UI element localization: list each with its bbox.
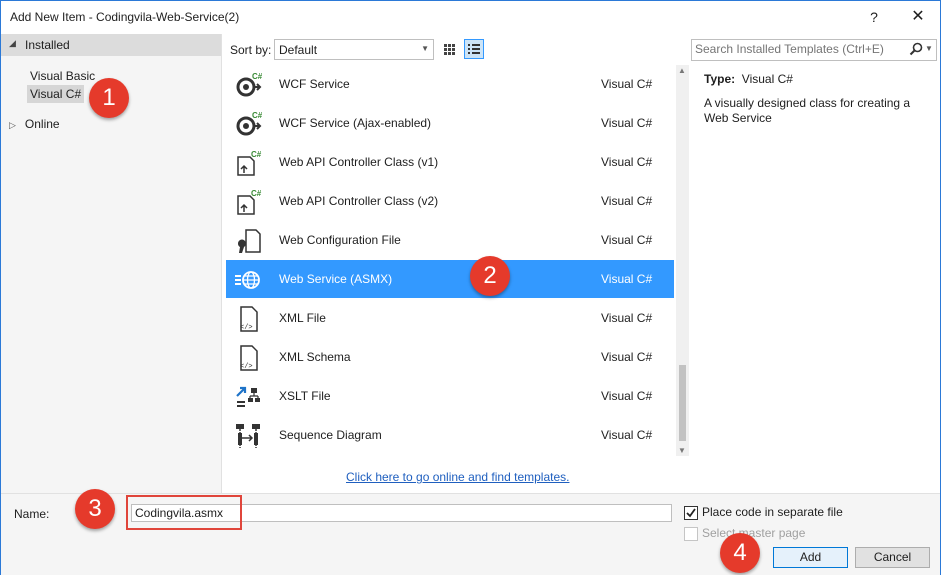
xml-file-icon: </> [240, 306, 258, 332]
svg-text:</>: </> [240, 324, 253, 332]
svg-text:C#: C# [251, 150, 262, 159]
template-language: Visual C# [601, 350, 653, 364]
title-bar: Add New Item - Codingvila-Web-Service(2)… [1, 1, 940, 33]
svg-text:C#: C# [251, 189, 262, 198]
search-options-chevron-icon[interactable]: ▼ [925, 44, 933, 53]
online-label: Online [24, 117, 60, 131]
step-callout-4: 4 [720, 533, 760, 573]
template-list[interactable]: C# WCF Service Visual C# C# WCF Service … [226, 65, 676, 456]
template-language: Visual C# [601, 272, 653, 286]
step-callout-2: 2 [470, 256, 510, 296]
details-view-button[interactable] [464, 39, 484, 59]
close-button[interactable]: ✕ [905, 5, 931, 29]
type-label: Type: [704, 72, 736, 86]
template-row-xslt-file[interactable]: XSLT File Visual C# [226, 377, 674, 415]
grid-view-icon [444, 44, 455, 55]
template-name: WCF Service [279, 77, 350, 91]
template-name: XSLT File [279, 389, 331, 403]
template-name: Web API Controller Class (v1) [279, 155, 439, 169]
template-language: Visual C# [601, 389, 653, 403]
template-row-xml-file[interactable]: </> XML File Visual C# [226, 299, 674, 337]
checkmark-icon [686, 508, 696, 518]
installed-label: Installed [25, 38, 70, 52]
template-name: Web Configuration File [279, 233, 401, 247]
installed-node[interactable]: ◢ Installed [1, 34, 221, 56]
place-code-label: Place code in separate file [702, 505, 843, 519]
template-name: XML Schema [279, 350, 351, 364]
template-row-web-service-asmx[interactable]: Web Service (ASMX) Visual C# [226, 260, 674, 298]
scroll-up-icon[interactable]: ▲ [678, 66, 686, 75]
template-name: XML File [279, 311, 326, 325]
tree-item-visual-csharp[interactable]: Visual C# [27, 85, 85, 103]
template-language: Visual C# [601, 233, 653, 247]
expanded-arrow-icon: ◢ [9, 38, 16, 48]
template-row-xml-schema[interactable]: </> XML Schema Visual C# [226, 338, 674, 376]
template-description: A visually designed class for creating a… [704, 96, 911, 125]
template-list-scrollbar[interactable]: ▲ ▼ [676, 65, 689, 456]
template-type: Type: Visual C# [704, 72, 793, 86]
help-button[interactable]: ? [861, 5, 887, 29]
web-service-globe-icon [235, 271, 260, 289]
svg-text:</>: </> [240, 363, 253, 371]
window-title: Add New Item - Codingvila-Web-Service(2) [10, 10, 240, 24]
template-row-web-config[interactable]: Web Configuration File Visual C# [226, 221, 674, 259]
template-language: Visual C# [601, 194, 653, 208]
sort-label: Sort by: [230, 43, 272, 57]
chevron-down-icon: ▼ [421, 44, 429, 53]
scroll-down-icon[interactable]: ▼ [678, 446, 686, 455]
web-api-controller-icon: C# [237, 189, 262, 215]
template-row-wcf-service[interactable]: C# WCF Service Visual C# [226, 65, 674, 103]
sort-dropdown[interactable]: Default ▼ [274, 39, 434, 60]
list-view-icon [468, 44, 480, 54]
template-row-web-api-v2[interactable]: C# Web API Controller Class (v2) Visual … [226, 182, 674, 220]
xslt-file-icon [236, 386, 260, 407]
name-label: Name: [14, 507, 50, 521]
template-name: WCF Service (Ajax-enabled) [279, 116, 432, 130]
svg-text:C#: C# [252, 72, 262, 81]
svg-text:C#: C# [252, 111, 262, 120]
add-new-item-dialog: Add New Item - Codingvila-Web-Service(2)… [0, 0, 941, 575]
step-callout-1: 1 [89, 78, 129, 118]
xml-schema-icon: </> [240, 345, 258, 371]
template-row-sequence-diagram[interactable]: Sequence Diagram Visual C# [226, 416, 674, 454]
search-icon[interactable] [908, 41, 924, 57]
template-language: Visual C# [601, 116, 653, 130]
sequence-diagram-icon [236, 424, 260, 448]
checkbox-box [684, 527, 698, 541]
checkbox-box[interactable] [684, 506, 698, 520]
template-language: Visual C# [601, 77, 653, 91]
online-node[interactable]: ▷ Online [9, 115, 60, 133]
tree-item-visual-basic[interactable]: Visual Basic [27, 67, 98, 85]
name-highlight-box [126, 495, 242, 530]
small-icons-view-button[interactable] [439, 39, 459, 59]
wcf-service-icon: C# [236, 72, 262, 97]
find-templates-online-link[interactable]: Click here to go online and find templat… [346, 470, 569, 484]
type-value: Visual C# [741, 72, 793, 86]
step-callout-3: 3 [75, 489, 115, 529]
template-row-web-api-v1[interactable]: C# Web API Controller Class (v1) Visual … [226, 143, 674, 181]
wcf-ajax-service-icon: C# [236, 111, 262, 136]
scrollbar-thumb[interactable] [679, 365, 686, 441]
search-box[interactable]: ▼ [691, 39, 937, 61]
template-name: Sequence Diagram [279, 428, 382, 442]
template-row-wcf-ajax[interactable]: C# WCF Service (Ajax-enabled) Visual C# [226, 104, 674, 142]
add-button[interactable]: Add [773, 547, 848, 568]
cancel-button[interactable]: Cancel [855, 547, 930, 568]
collapsed-arrow-icon: ▷ [9, 120, 16, 130]
search-input[interactable] [695, 42, 900, 56]
web-api-controller-icon: C# [237, 150, 262, 176]
config-file-icon [237, 229, 261, 253]
sort-value: Default [279, 43, 318, 57]
template-name: Web Service (ASMX) [279, 272, 393, 286]
template-name: Web API Controller Class (v2) [279, 194, 439, 208]
template-language: Visual C# [601, 311, 653, 325]
template-language: Visual C# [601, 155, 653, 169]
template-language: Visual C# [601, 428, 653, 442]
